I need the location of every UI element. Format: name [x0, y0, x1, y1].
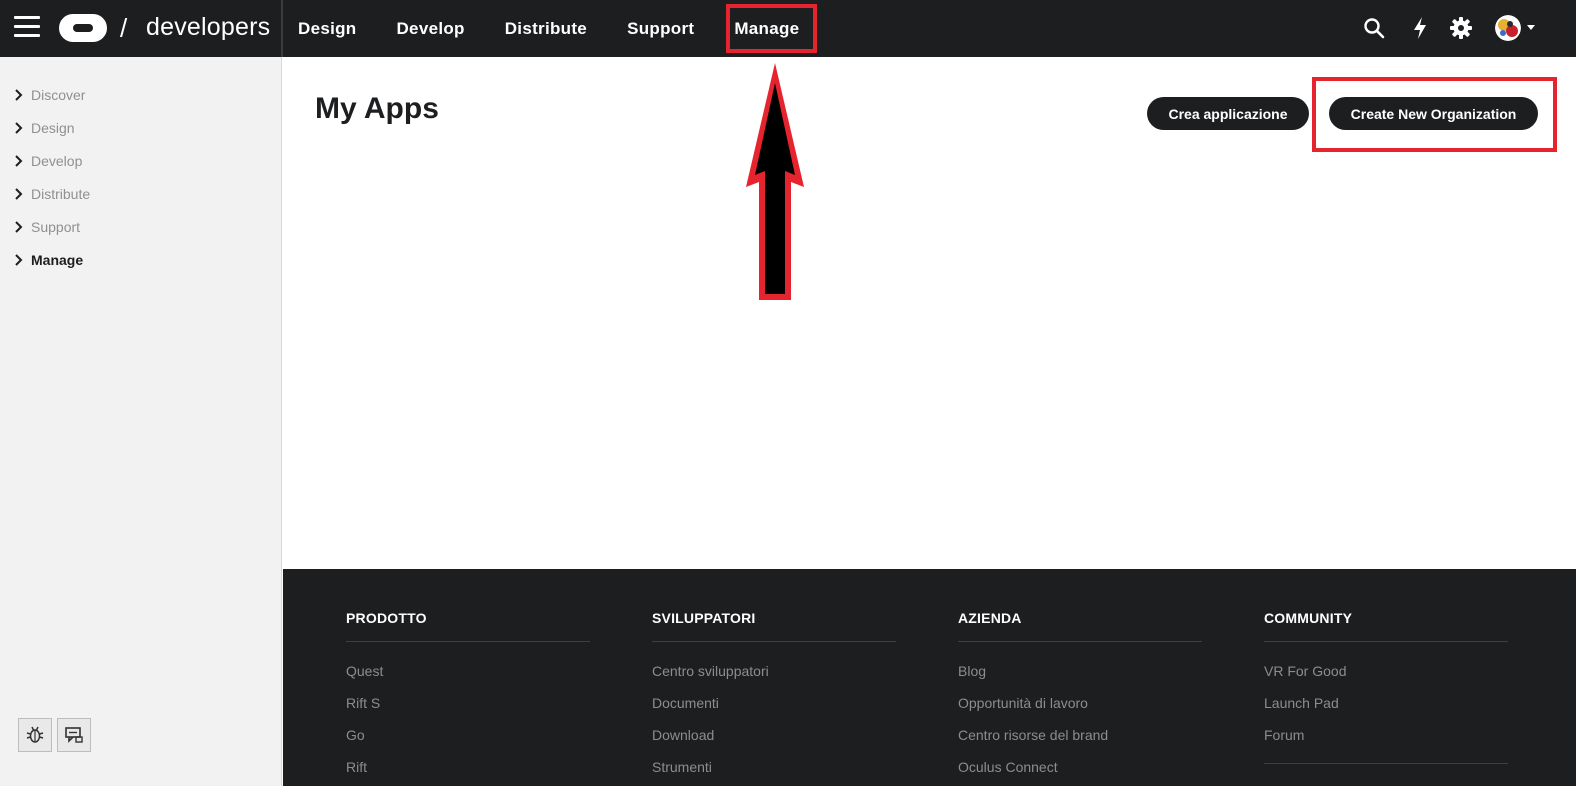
bug-icon — [26, 726, 44, 743]
sidebar: Discover Design Develop Distribute Suppo… — [0, 57, 282, 786]
divider — [346, 641, 590, 642]
sidebar-item-label: Develop — [31, 153, 83, 169]
footer-heading: PRODOTTO — [346, 610, 427, 626]
lightning-icon[interactable] — [1412, 16, 1428, 40]
sidebar-item-support[interactable]: Support — [14, 219, 80, 235]
divider — [1264, 641, 1508, 642]
footer-link[interactable]: Quest — [346, 663, 383, 679]
footer-link[interactable]: Oculus Connect — [958, 759, 1058, 775]
bug-report-button[interactable] — [18, 718, 52, 752]
footer-link[interactable]: Opportunità di lavoro — [958, 695, 1088, 711]
footer-link[interactable]: Go — [346, 727, 365, 743]
sidebar-item-label: Support — [31, 219, 81, 235]
footer-link[interactable]: Blog — [958, 663, 986, 679]
footer-link[interactable]: Strumenti — [652, 759, 712, 775]
search-icon[interactable] — [1363, 17, 1385, 39]
main-content: My Apps Crea applicazione Create New Org… — [283, 57, 1576, 569]
brand-name[interactable]: developers — [146, 13, 270, 42]
sidebar-item-discover[interactable]: Discover — [14, 87, 85, 103]
create-organization-button[interactable]: Create New Organization — [1329, 97, 1538, 130]
footer-link[interactable]: Documenti — [652, 695, 719, 711]
footer-link[interactable]: Download — [652, 727, 714, 743]
footer-heading: SVILUPPATORI — [652, 610, 756, 626]
footer-heading: AZIENDA — [958, 610, 1022, 626]
footer-link[interactable]: Launch Pad — [1264, 695, 1339, 711]
footer-link[interactable]: Forum — [1264, 727, 1304, 743]
chevron-right-icon — [15, 221, 23, 233]
chevron-right-icon — [15, 254, 23, 266]
sidebar-item-develop[interactable]: Develop — [14, 153, 82, 169]
divider — [652, 641, 896, 642]
footer: PRODOTTO Quest Rift S Go Rift SVILUPPATO… — [283, 569, 1576, 786]
chevron-right-icon — [15, 188, 23, 200]
sidebar-item-distribute[interactable]: Distribute — [14, 186, 90, 202]
sidebar-item-manage[interactable]: Manage — [14, 252, 83, 268]
feedback-icon — [65, 727, 83, 743]
sidebar-item-design[interactable]: Design — [14, 120, 75, 136]
chevron-right-icon — [15, 155, 23, 167]
main-nav: Design Develop Distribute Support Manage — [298, 0, 849, 57]
logo-slash: / — [120, 13, 128, 43]
footer-link[interactable]: VR For Good — [1264, 663, 1346, 679]
chevron-right-icon — [15, 89, 23, 101]
sidebar-item-label: Distribute — [31, 186, 91, 202]
sidebar-item-label: Design — [31, 120, 75, 136]
footer-link[interactable]: Rift S — [346, 695, 380, 711]
sidebar-item-label: Manage — [31, 252, 84, 268]
footer-heading: COMMUNITY — [1264, 610, 1353, 626]
divider — [281, 0, 283, 57]
footer-link[interactable]: Centro sviluppatori — [652, 663, 769, 679]
nav-support[interactable]: Support — [627, 0, 694, 57]
gear-icon[interactable] — [1449, 16, 1473, 40]
nav-design[interactable]: Design — [298, 0, 356, 57]
nav-distribute[interactable]: Distribute — [505, 0, 587, 57]
nav-develop[interactable]: Develop — [396, 0, 464, 57]
footer-link[interactable]: Centro risorse del brand — [958, 727, 1108, 743]
footer-link[interactable]: Rift — [346, 759, 367, 775]
menu-icon[interactable] — [14, 16, 40, 38]
sidebar-item-label: Discover — [31, 87, 86, 103]
divider — [958, 641, 1202, 642]
chevron-down-icon[interactable] — [1527, 25, 1535, 30]
page-title: My Apps — [315, 92, 439, 125]
oculus-logo-icon[interactable] — [59, 14, 107, 42]
avatar[interactable] — [1495, 15, 1521, 41]
divider — [1264, 763, 1508, 764]
chevron-right-icon — [15, 122, 23, 134]
top-bar: / developers Design Develop Distribute S… — [0, 0, 1576, 57]
up-arrow-annotation — [746, 63, 804, 300]
feedback-button[interactable] — [57, 718, 91, 752]
nav-manage[interactable]: Manage — [724, 0, 809, 57]
create-app-button[interactable]: Crea applicazione — [1147, 97, 1309, 130]
